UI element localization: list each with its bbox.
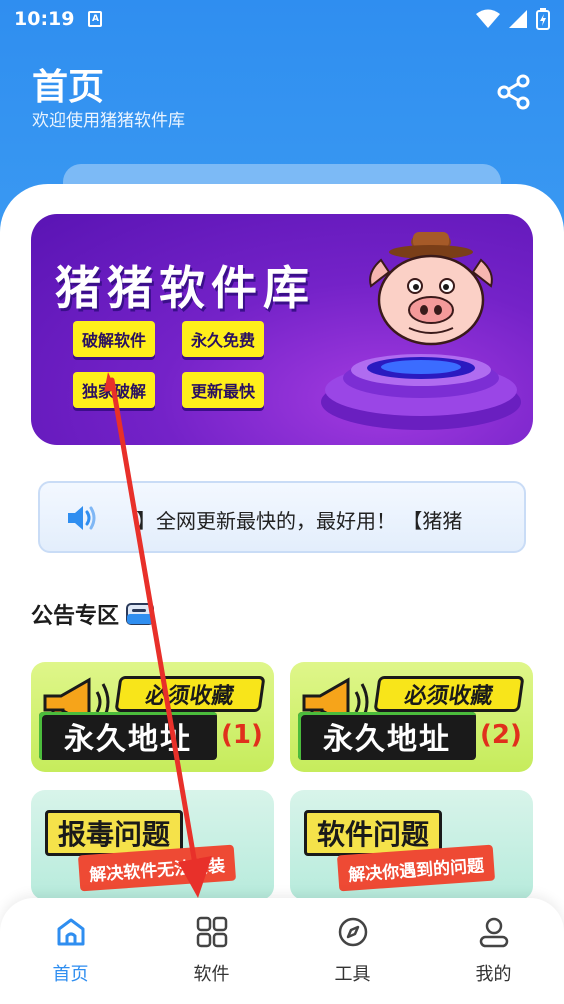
status-bar: 10:19 A [0,0,564,38]
share-icon [497,74,530,110]
home-icon [57,918,84,946]
tab-label: 首页 [52,964,89,985]
promo-banner[interactable]: 猪猪软件库 破解软件 永久免费 独家破解 更新最快 [31,214,533,445]
tab-tools[interactable]: 工具 [282,898,423,1004]
tile-main-label: 永久地址 [39,712,217,760]
podium-graphic [321,354,521,430]
banner-tag: 永久免费 [182,321,265,357]
tab-label: 软件 [193,964,230,985]
speaker-icon [68,506,96,530]
compass-icon [338,917,367,947]
notice-board-icon [126,603,155,625]
announcement-text: 】全网更新最快的，最好用！ 【猪猪 [136,509,463,533]
announcement-tile-address-1[interactable]: 必须收藏 永久地址 (1) [31,662,274,772]
announcement-tile-software-issue[interactable]: 软件问题 解决你遇到的问题 [290,790,533,900]
tab-software[interactable]: 软件 [141,898,282,1004]
signal-icon [509,10,527,28]
battery-icon [536,8,550,30]
bottom-tab-bar: 首页 软件 工具 我的 [0,898,564,1004]
tile-number: (2) [480,720,522,750]
tab-label: 工具 [334,964,371,985]
announcement-tile-address-2[interactable]: 必须收藏 永久地址 (2) [290,662,533,772]
tile-top-label: 必须收藏 [114,676,266,712]
wifi-icon [476,9,500,28]
tab-home[interactable]: 首页 [0,898,141,1004]
grid-icon [196,916,227,948]
page-subtitle: 欢迎使用猪猪软件库 [32,111,185,131]
page-title: 首页 [32,67,105,108]
notification-icon: A [88,11,103,27]
share-button[interactable] [494,72,534,112]
banner-title: 猪猪软件库 [55,261,315,315]
user-icon [479,917,508,948]
status-time: 10:19 [14,8,75,30]
tile-main-label: 永久地址 [298,712,476,760]
banner-tag: 独家破解 [73,372,156,408]
tab-label: 我的 [475,964,512,985]
banner-tag: 破解软件 [73,321,156,357]
announcement-tile-virus-issue[interactable]: 报毒问题 解决软件无法安装 [31,790,274,900]
section-title-text: 公告专区 [31,604,120,629]
pig-mascot-icon [369,232,493,346]
status-icons [476,8,550,30]
banner-tag: 更新最快 [182,372,265,408]
tile-top-label: 必须收藏 [373,676,525,712]
announcement-marquee[interactable]: 】全网更新最快的，最好用！ 【猪猪 [38,481,526,553]
tab-profile[interactable]: 我的 [423,898,564,1004]
tile-number: (1) [221,720,263,750]
section-title: 公告专区 [31,598,155,630]
